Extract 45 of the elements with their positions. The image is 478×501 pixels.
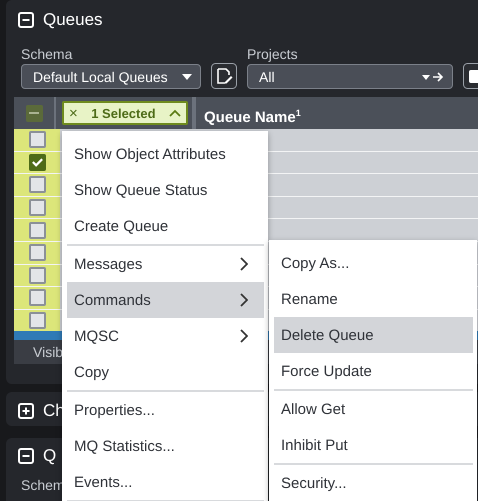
menu-item[interactable]: Force Update <box>274 353 473 389</box>
menu-item[interactable]: Security... <box>274 465 473 501</box>
expand-icon[interactable] <box>18 403 34 419</box>
select-all-checkbox[interactable] <box>26 104 42 122</box>
menu-item[interactable]: Copy <box>67 354 264 390</box>
caret-icon <box>182 74 192 80</box>
menu-item[interactable]: Show Object Attributes <box>67 136 264 172</box>
menu-item[interactable]: Show Queue Status <box>67 172 264 208</box>
edit-button[interactable] <box>211 63 237 89</box>
menu-item[interactable]: Copy As... <box>274 245 473 281</box>
selection-chip[interactable]: × 1 Selected <box>62 101 188 125</box>
panel-title: Queues <box>43 10 103 30</box>
chevron-right-icon <box>240 293 248 307</box>
menu-item[interactable]: Inhibit Put <box>274 427 473 463</box>
footer-text: Visib <box>33 344 64 360</box>
row-checkbox[interactable] <box>28 154 46 171</box>
menu-item[interactable]: Rename <box>274 281 473 317</box>
schema-dropdown[interactable]: Default Local Queues <box>21 64 201 89</box>
menu-item[interactable]: MQ Statistics... <box>67 428 264 464</box>
caret-arrow-icon <box>422 72 444 82</box>
menu-item[interactable]: Events... <box>67 464 264 500</box>
menu-item[interactable]: MQSC <box>67 318 264 354</box>
row-checkbox[interactable] <box>28 289 46 306</box>
schema-label: Schema <box>21 46 74 62</box>
menu-item[interactable]: Delete Queue <box>274 317 473 353</box>
menu-item[interactable]: Create Queue <box>67 208 264 244</box>
menu-item[interactable]: Allow Get <box>274 391 473 427</box>
row-checkbox[interactable] <box>28 176 46 194</box>
projects-dropdown[interactable]: All <box>247 64 453 89</box>
row-checkbox[interactable] <box>28 131 46 148</box>
row-checkbox[interactable] <box>28 222 46 239</box>
panel-title: Q <box>43 446 56 466</box>
menu-item[interactable]: Properties... <box>67 392 264 428</box>
row-checkbox[interactable] <box>28 266 46 284</box>
chevron-right-icon <box>240 257 248 271</box>
row-checkbox[interactable] <box>28 199 46 216</box>
collapse-icon[interactable] <box>18 12 34 28</box>
menu-item[interactable]: Messages <box>67 246 264 282</box>
row-checkbox[interactable] <box>28 244 46 262</box>
menu-item[interactable]: Commands <box>67 282 264 318</box>
chevron-up-icon <box>169 109 181 117</box>
collapse-icon[interactable] <box>18 448 34 464</box>
row-checkbox[interactable] <box>28 312 46 330</box>
chevron-right-icon <box>240 329 248 343</box>
projects-label: Projects <box>247 46 299 62</box>
